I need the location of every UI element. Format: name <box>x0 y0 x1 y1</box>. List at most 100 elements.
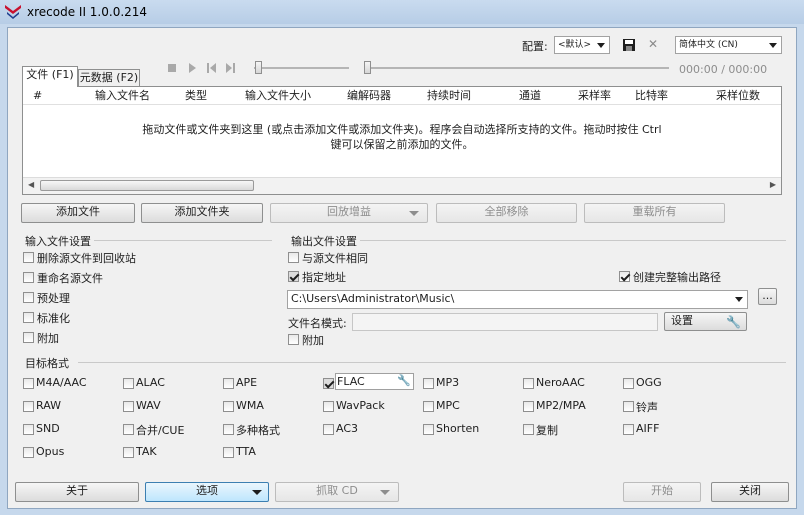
format-label: 复制 <box>536 424 558 437</box>
output-path-field[interactable]: C:\Users\Administrator\Music\ <box>287 290 748 309</box>
format-checkbox-wavpack[interactable] <box>323 401 334 412</box>
rip-cd-button[interactable]: 抓取 CD <box>275 482 399 502</box>
output-append-label: 附加 <box>302 334 324 347</box>
format-checkbox-snd[interactable] <box>23 424 34 435</box>
filename-pattern-label: 文件名模式: <box>288 317 347 330</box>
format-label: MPC <box>436 399 460 412</box>
next-icon[interactable] <box>226 63 236 73</box>
format-checkbox-aiff[interactable] <box>623 424 634 435</box>
format-checkbox-opus[interactable] <box>23 447 34 458</box>
column-header[interactable]: 类型 <box>185 87 207 105</box>
format-checkbox-ringtone[interactable] <box>623 401 634 412</box>
reload-all-button[interactable]: 重载所有 <box>584 203 725 223</box>
language-select[interactable]: 简体中文 (CN) <box>675 36 782 54</box>
delete-source-checkbox[interactable] <box>23 252 34 263</box>
seek-slider-handle[interactable] <box>364 61 371 74</box>
format-label: 多种格式 <box>236 424 280 437</box>
format-checkbox-flac[interactable] <box>323 378 334 389</box>
format-checkbox-neroaac[interactable] <box>523 378 534 389</box>
tab-metadata[interactable]: 元数据 (F2) <box>78 69 140 86</box>
previous-icon[interactable] <box>207 63 217 73</box>
filename-pattern-input[interactable] <box>352 313 658 331</box>
tab-metadata-label: 元数据 (F2) <box>79 71 139 84</box>
format-checkbox-mp2-mpa[interactable] <box>523 401 534 412</box>
format-checkbox-m4a-aac[interactable] <box>23 378 34 389</box>
time-display: 000:00 / 000:00 <box>679 63 768 76</box>
play-icon[interactable] <box>189 63 196 73</box>
settings-label: 设置 <box>671 314 693 327</box>
format-checkbox-merge-cue[interactable] <box>123 424 134 435</box>
format-checkbox-wma[interactable] <box>223 401 234 412</box>
format-label: OGG <box>636 376 662 389</box>
save-icon[interactable] <box>623 39 635 51</box>
rename-source-checkbox[interactable] <box>23 272 34 283</box>
format-checkbox-ac3[interactable] <box>323 424 334 435</box>
horizontal-scrollbar[interactable]: ◀ ▶ <box>23 177 781 194</box>
format-checkbox-raw[interactable] <box>23 401 34 412</box>
format-label: Shorten <box>436 422 480 435</box>
wrench-icon: 🔧 <box>397 374 411 387</box>
seek-track[interactable] <box>364 67 669 69</box>
format-checkbox-ogg[interactable] <box>623 378 634 389</box>
remove-all-button[interactable]: 全部移除 <box>436 203 577 223</box>
normalize-checkbox[interactable] <box>23 312 34 323</box>
format-label: RAW <box>36 399 61 412</box>
column-header[interactable]: 输入文件名 <box>95 87 150 105</box>
format-label: MP3 <box>436 376 460 389</box>
column-header[interactable]: 采样位数 <box>716 87 760 105</box>
close-button[interactable]: 关闭 <box>711 482 789 502</box>
preset-select[interactable]: <默认> <box>554 36 610 54</box>
add-file-button[interactable]: 添加文件 <box>21 203 135 223</box>
format-checkbox-ape[interactable] <box>223 378 234 389</box>
output-append-checkbox[interactable] <box>288 334 299 345</box>
same-as-source-checkbox[interactable] <box>288 252 299 263</box>
add-folder-button[interactable]: 添加文件夹 <box>141 203 263 223</box>
column-header[interactable]: 编解码器 <box>347 87 391 105</box>
format-checkbox-multi-format[interactable] <box>223 424 234 435</box>
input-append-label: 附加 <box>37 332 59 345</box>
column-header[interactable]: 通道 <box>519 87 541 105</box>
main-panel: 配置: <默认> ✕ 简体中文 (CN) 000:00 / 000:00 文件 … <box>7 27 797 509</box>
format-checkbox-tak[interactable] <box>123 447 134 458</box>
scroll-right-icon[interactable]: ▶ <box>770 180 776 189</box>
start-button[interactable]: 开始 <box>623 482 701 502</box>
scroll-left-icon[interactable]: ◀ <box>28 180 34 189</box>
preprocess-label: 预处理 <box>37 292 70 305</box>
replay-gain-button[interactable]: 回放增益 <box>270 203 428 223</box>
create-full-path-checkbox[interactable] <box>619 271 630 282</box>
target-format-title: 目标格式 <box>25 357 69 370</box>
format-checkbox-tta[interactable] <box>223 447 234 458</box>
format-checkbox-wav[interactable] <box>123 401 134 412</box>
format-checkbox-alac[interactable] <box>123 378 134 389</box>
tab-files[interactable]: 文件 (F1) <box>22 66 78 87</box>
format-label: 铃声 <box>636 401 658 414</box>
about-button[interactable]: 关于 <box>15 482 139 502</box>
delete-preset-icon[interactable]: ✕ <box>648 37 658 51</box>
stop-icon[interactable] <box>168 64 176 72</box>
file-list[interactable]: # 输入文件名 类型 输入文件大小 编解码器 持续时间 通道 采样率 比特率 采… <box>22 86 782 195</box>
volume-slider-handle[interactable] <box>255 61 262 74</box>
column-header[interactable]: 持续时间 <box>427 87 471 105</box>
app-logo-icon <box>5 5 21 19</box>
format-checkbox-shorten[interactable] <box>423 424 434 435</box>
format-checkbox-mp3[interactable] <box>423 378 434 389</box>
input-append-checkbox[interactable] <box>23 332 34 343</box>
specify-path-checkbox[interactable] <box>288 271 299 282</box>
format-checkbox-copy[interactable] <box>523 424 534 435</box>
flac-format-button[interactable]: FLAC 🔧 <box>335 373 414 390</box>
format-label: ALAC <box>136 376 165 389</box>
format-label: Opus <box>36 445 65 458</box>
preprocess-checkbox[interactable] <box>23 292 34 303</box>
settings-button[interactable]: 设置 🔧 <box>664 312 747 331</box>
volume-track[interactable] <box>254 67 349 69</box>
column-header[interactable]: 输入文件大小 <box>245 87 311 105</box>
browse-button[interactable]: ... <box>758 288 777 305</box>
format-label: SND <box>36 422 60 435</box>
format-checkbox-mpc[interactable] <box>423 401 434 412</box>
scrollbar-thumb[interactable] <box>40 180 254 191</box>
column-header[interactable]: # <box>33 87 42 105</box>
chevron-down-icon <box>769 43 777 48</box>
column-header[interactable]: 比特率 <box>635 87 668 105</box>
options-button[interactable]: 选项 <box>145 482 269 502</box>
column-header[interactable]: 采样率 <box>578 87 611 105</box>
